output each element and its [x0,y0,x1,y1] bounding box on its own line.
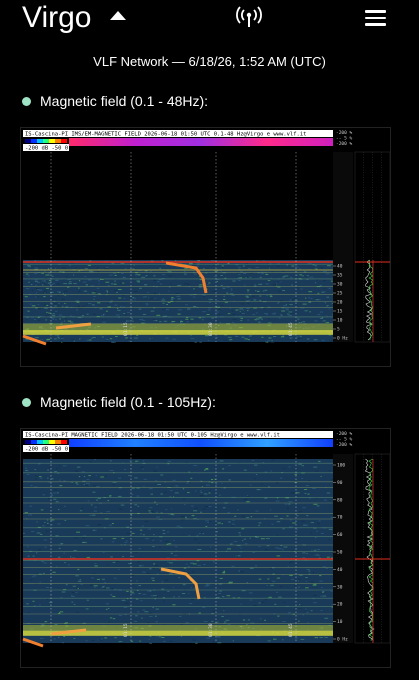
spectrogram-header-text: IS-Cascina-PI IMS/EM-MAGNETIC FIELD 2026… [25,132,306,138]
hamburger-menu-icon[interactable] [365,10,387,26]
level-label: -200 % [336,141,353,147]
frequency-axis-label: 40 [337,567,343,573]
frequency-axis-label: 0 Hz [337,637,348,643]
app-title: Virgo [22,1,92,34]
frequency-axis-label: 90 [337,480,343,486]
spectrogram-105hz: IS-Cascina-PI MAGNETIC FIELD 2026-06-18 … [20,428,391,668]
network-timestamp: VLF Network — 6/18/26, 1:52 AM (UTC) [93,54,326,69]
frequency-axis-label: 60 [337,532,343,538]
level-label: -- 5 % [336,437,353,443]
app-bar: Virgo [0,0,419,40]
time-axis-label: 01:45 [288,623,294,637]
frequency-axis-label: 30 [337,282,343,288]
time-axis-label: 01:15 [123,322,129,336]
level-label: -200 % [336,130,353,136]
level-label: -200 % [336,431,353,437]
level-label: -200 % [336,442,353,448]
status-dot-icon [22,397,31,407]
time-axis-label: 01:30 [208,322,214,336]
frequency-axis-label: 0 Hz [337,336,348,342]
frequency-axis-label: 70 [337,515,343,521]
spectrogram-header-text: IS-Cascina-PI MAGNETIC FIELD 2026-06-18 … [25,433,280,439]
frequency-axis-label: 10 [337,318,343,324]
chevron-up-icon[interactable] [110,11,126,20]
amplitude-scale-label: -200 dB -50 0 [25,447,68,453]
frequency-axis-label: 50 [337,550,343,556]
section-title: Magnetic field (0.1 - 105Hz): [40,394,216,410]
frequency-axis-label: 10 [337,619,343,625]
section-label-105hz: Magnetic field (0.1 - 105Hz): [22,394,216,410]
section-label-48hz: Magnetic field (0.1 - 48Hz): [22,93,208,109]
broadcast-antenna-icon[interactable] [236,6,262,28]
amplitude-scale-label: -200 dB -50 0 [25,146,68,152]
section-title: Magnetic field (0.1 - 48Hz): [40,93,209,109]
level-label: -- 5 % [336,136,353,142]
spectrogram-plot: IS-Cascina-PI MAGNETIC FIELD 2026-06-18 … [21,429,390,667]
time-axis-label: 01:15 [123,623,129,637]
frequency-axis-label: 25 [337,291,343,297]
spectrogram-plot: IS-Cascina-PI IMS/EM-MAGNETIC FIELD 2026… [21,128,390,366]
frequency-axis-label: 5 [337,327,340,333]
frequency-axis-label: 100 [337,463,345,469]
time-axis-label: 01:45 [288,322,294,336]
time-axis-label: 01:30 [208,623,214,637]
frequency-axis-label: 80 [337,497,343,503]
spectrogram-48hz: IS-Cascina-PI IMS/EM-MAGNETIC FIELD 2026… [20,127,391,367]
frequency-axis-label: 30 [337,584,343,590]
frequency-axis-label: 20 [337,300,343,306]
frequency-axis-label: 35 [337,273,343,279]
status-dot-icon [22,96,31,106]
frequency-axis-label: 20 [337,602,343,608]
frequency-axis-label: 15 [337,309,343,315]
frequency-axis-label: 40 [337,264,343,270]
